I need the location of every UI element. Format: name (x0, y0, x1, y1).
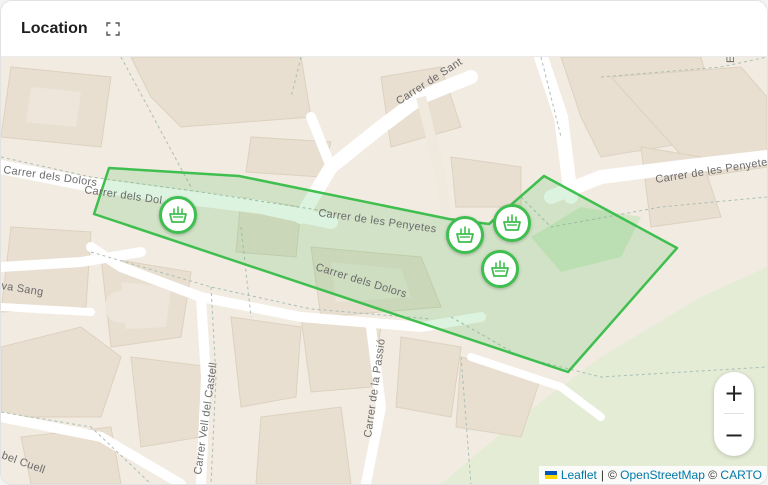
leaflet-link[interactable]: Leaflet (561, 468, 597, 482)
zoom-out-button[interactable]: − (714, 414, 754, 456)
attribution-separator: | (600, 468, 604, 482)
openstreetmap-link[interactable]: OpenStreetMap (620, 468, 705, 482)
basket-marker[interactable] (481, 250, 519, 288)
basket-marker[interactable] (446, 216, 484, 254)
zoom-control: + − (714, 372, 754, 456)
basket-marker[interactable] (159, 196, 197, 234)
basket-marker[interactable] (493, 204, 531, 242)
ukraine-flag-icon (544, 471, 557, 479)
card-title: Location (21, 19, 88, 37)
basket-icon (503, 214, 521, 231)
carto-link[interactable]: CARTO (720, 468, 762, 482)
copyright-symbol: © (708, 468, 718, 482)
zoom-divider (724, 413, 744, 414)
zoom-in-button[interactable]: + (714, 372, 754, 414)
expand-icon[interactable] (102, 18, 124, 40)
basket-icon (491, 260, 509, 277)
card-header: Location (1, 1, 767, 57)
copyright-symbol: © (607, 468, 617, 482)
location-card: Location Carrer de Sant Carrer dels Dolo… (0, 0, 768, 485)
basket-icon (169, 206, 187, 223)
map-tiles: Carrer de Sant Carrer dels Dolors Carrer… (1, 57, 767, 484)
basket-icon (456, 226, 474, 243)
street-label-edge-e: E (725, 57, 737, 63)
map-view[interactable]: Carrer de Sant Carrer dels Dolors Carrer… (1, 57, 767, 484)
map-attribution: Leaflet | © OpenStreetMap © CARTO (538, 466, 767, 484)
